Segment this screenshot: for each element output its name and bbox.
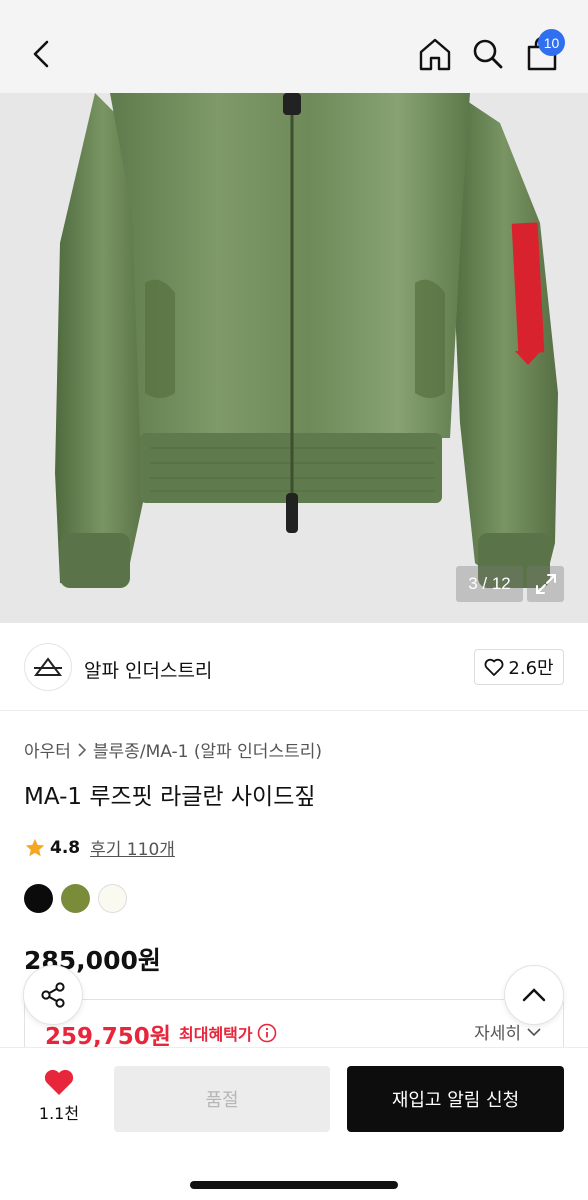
- scroll-to-top-button[interactable]: [504, 965, 564, 1025]
- brand-like-count: 2.6만: [508, 658, 554, 679]
- breadcrumb-subcategory[interactable]: 블루종/MA-1 (알파 인더스트리): [93, 737, 322, 762]
- product-image-gallery[interactable]: 3 / 12: [0, 93, 588, 623]
- color-swatches: [24, 884, 127, 913]
- alpha-logo-icon: [34, 657, 62, 676]
- breadcrumb: 아우터 블루종/MA-1 (알파 인더스트리): [24, 737, 322, 762]
- color-swatch-olive[interactable]: [61, 884, 90, 913]
- expand-image-button[interactable]: [527, 566, 564, 602]
- rating-score: 4.8: [50, 837, 81, 858]
- product-image: [0, 93, 588, 623]
- max-benefit-label: 최대혜택가: [179, 1021, 277, 1045]
- reviews-link[interactable]: 후기 110개: [90, 835, 175, 860]
- back-button[interactable]: [20, 32, 64, 76]
- cart-button[interactable]: 10: [520, 29, 565, 76]
- home-indicator: [190, 1181, 398, 1189]
- brand-section: 알파 인더스트리 2.6만: [0, 623, 588, 711]
- expand-icon: [535, 574, 556, 594]
- star-icon: [25, 838, 45, 856]
- wishlist-count: 1.1천: [38, 1104, 80, 1123]
- heart-outline-icon: [484, 658, 504, 676]
- search-icon: [473, 39, 503, 69]
- chevron-up-icon: [522, 988, 546, 1002]
- purchase-bar: 1.1천 품절 재입고 알림 신청: [0, 1047, 588, 1200]
- cart-count-badge: 10: [538, 29, 565, 56]
- wishlist-button[interactable]: 1.1천: [24, 1068, 94, 1132]
- chevron-down-icon: [527, 1027, 541, 1036]
- brand-like-button[interactable]: 2.6만: [474, 649, 564, 685]
- breadcrumb-category[interactable]: 아우터: [24, 737, 71, 762]
- heart-filled-icon: [44, 1069, 74, 1095]
- chevron-left-icon: [33, 40, 49, 68]
- rating-row: 4.8 후기 110개: [24, 835, 175, 860]
- home-icon: [419, 38, 451, 71]
- brand-name[interactable]: 알파 인더스트리: [84, 656, 212, 683]
- max-benefit-text: 최대혜택가: [179, 1025, 253, 1044]
- soldout-button[interactable]: 품절: [114, 1066, 330, 1132]
- detail-label: 자세히: [474, 1024, 521, 1044]
- home-button[interactable]: [413, 32, 457, 76]
- color-swatch-white[interactable]: [98, 884, 127, 913]
- share-icon: [41, 982, 65, 1008]
- chevron-right-icon: [78, 742, 87, 757]
- search-button[interactable]: [466, 32, 510, 76]
- restock-alert-button[interactable]: 재입고 알림 신청: [347, 1066, 564, 1132]
- share-button[interactable]: [23, 965, 83, 1025]
- color-swatch-black[interactable]: [24, 884, 53, 913]
- top-navigation-bar: 10: [0, 0, 588, 93]
- brand-logo[interactable]: [24, 643, 72, 691]
- info-icon[interactable]: [257, 1023, 277, 1043]
- image-counter: 3 / 12: [456, 566, 523, 602]
- product-title: MA-1 루즈핏 라글란 사이드짚: [24, 784, 316, 810]
